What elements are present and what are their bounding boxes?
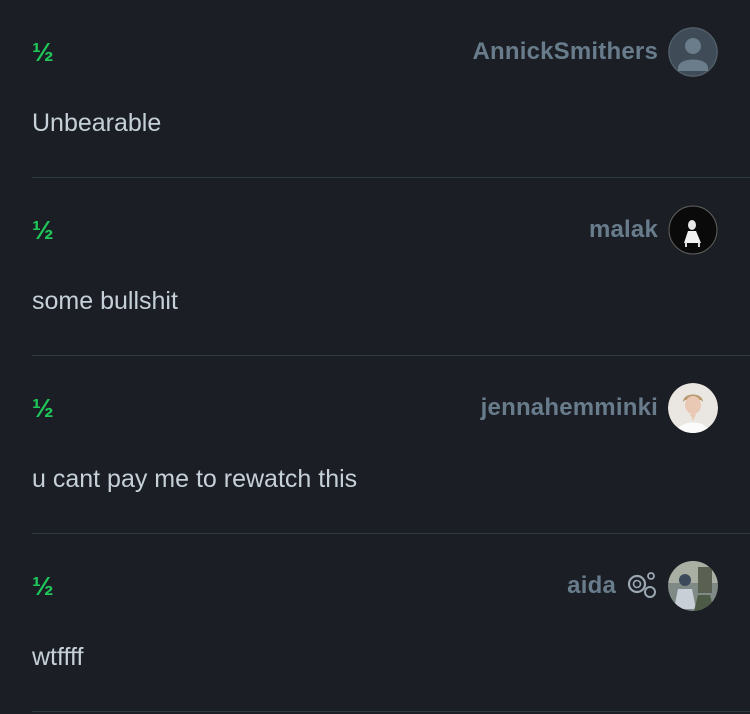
star-rating: ½ xyxy=(32,215,54,245)
username-link[interactable]: malak xyxy=(589,216,658,244)
default-avatar-icon[interactable] xyxy=(668,27,718,77)
review-author[interactable]: AnnickSmithers xyxy=(472,26,718,78)
review-text: wtffff xyxy=(32,643,84,671)
star-rating: ½ xyxy=(32,571,54,601)
username-link[interactable]: aida xyxy=(567,572,616,600)
patron-circles-icon xyxy=(626,571,658,601)
username-link[interactable]: jennahemminki xyxy=(481,394,658,422)
username-link[interactable]: AnnickSmithers xyxy=(472,38,658,66)
review-author[interactable]: jennahemminki xyxy=(481,382,718,434)
user-avatar[interactable] xyxy=(668,205,718,255)
review-text: u cant pay me to rewatch this xyxy=(32,465,358,493)
review-text: some bullshit xyxy=(32,287,178,315)
review-author[interactable]: malak xyxy=(589,204,718,256)
review-item[interactable]: ½ aida wtffff xyxy=(0,534,750,712)
user-avatar[interactable] xyxy=(668,561,718,611)
star-rating: ½ xyxy=(32,393,54,423)
review-text: Unbearable xyxy=(32,109,162,137)
review-list: ½ AnnickSmithers Unbearable ½ malak some… xyxy=(0,0,750,714)
star-rating: ½ xyxy=(32,37,54,67)
review-item[interactable]: ½ jennahemminki u cant pay me to rewatch… xyxy=(0,356,750,534)
review-item[interactable]: ½ AnnickSmithers Unbearable xyxy=(0,0,750,178)
review-item[interactable]: ½ malak some bullshit xyxy=(0,178,750,356)
user-avatar[interactable] xyxy=(668,383,718,433)
review-author[interactable]: aida xyxy=(567,560,718,612)
